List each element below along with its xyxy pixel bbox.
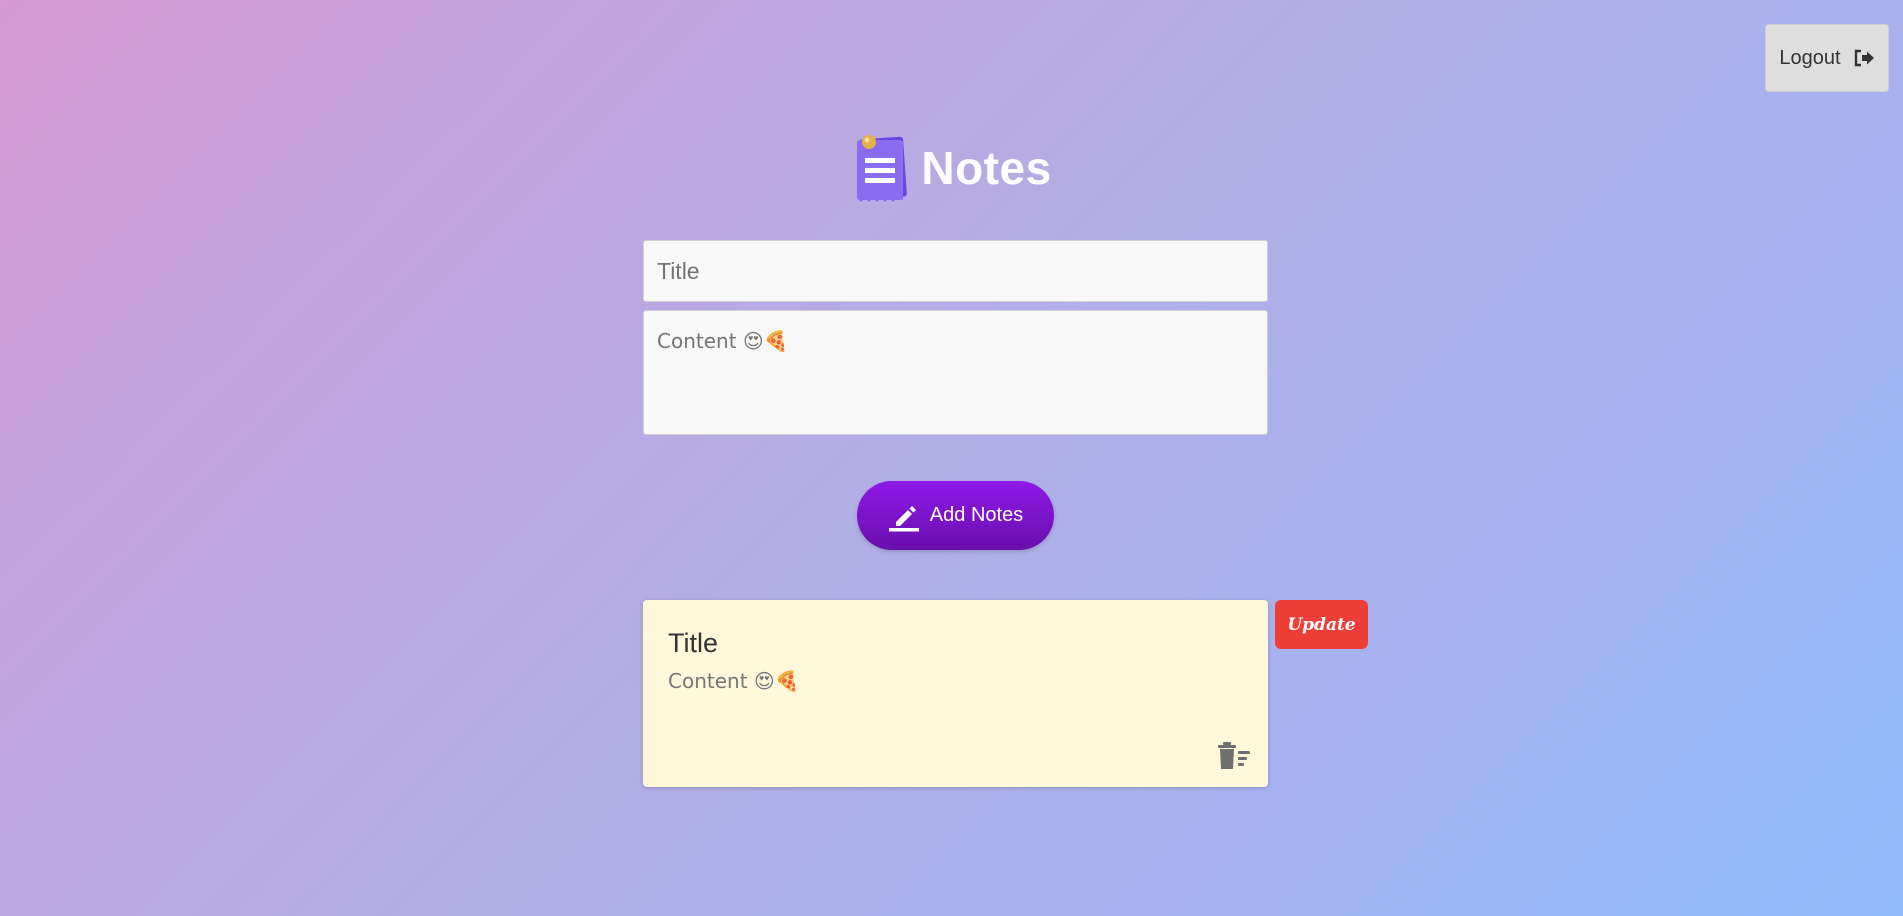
note-content: Content 😍🍕 (668, 669, 800, 693)
update-button[interactable]: Update (1275, 600, 1368, 649)
content-input[interactable] (643, 310, 1268, 435)
notepad-icon (857, 135, 908, 202)
add-notes-button[interactable]: Add Notes (857, 481, 1054, 550)
page-title: Notes (921, 142, 1052, 194)
app-header: Notes (0, 130, 1903, 206)
note-card: Title Content 😍🍕 (643, 600, 1268, 787)
sign-out-icon (1854, 49, 1874, 67)
add-notes-label: Add Notes (929, 504, 1024, 526)
title-input[interactable] (643, 240, 1268, 302)
logout-button[interactable]: Logout (1765, 24, 1889, 92)
pen-icon (888, 505, 919, 531)
update-label: Update (1287, 614, 1356, 635)
trash-icon[interactable] (1217, 741, 1251, 771)
logout-label: Logout (1779, 46, 1841, 69)
note-title: Title (668, 628, 719, 658)
